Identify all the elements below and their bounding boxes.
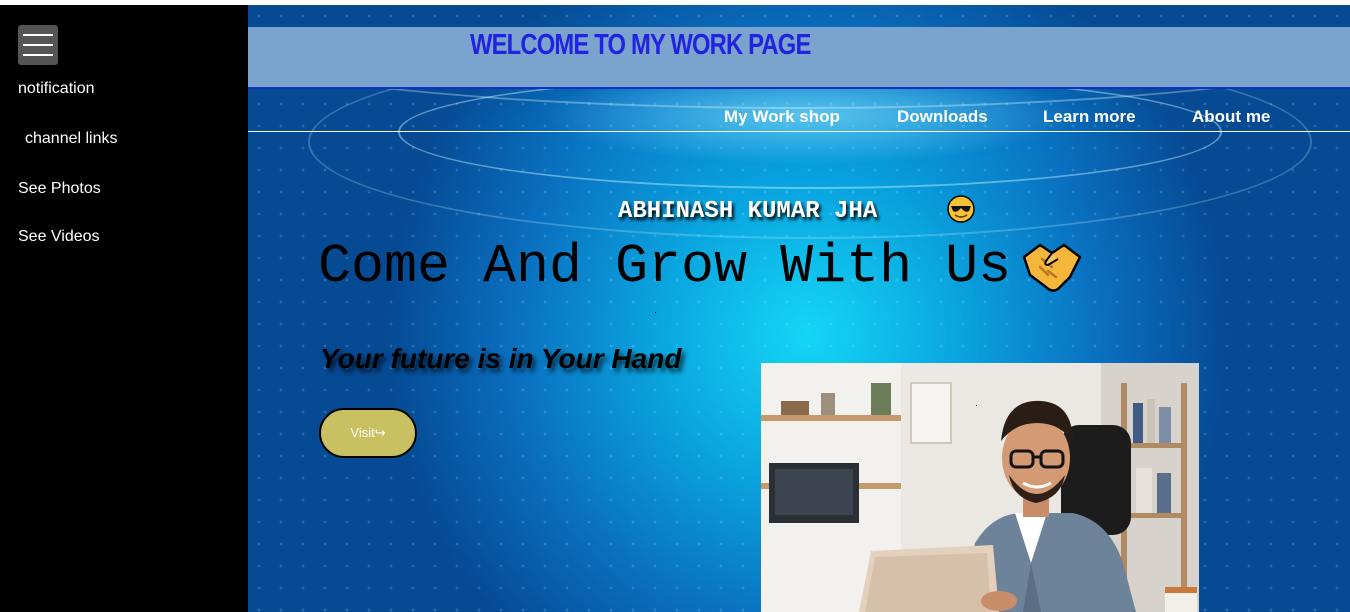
stray-dot: [976, 405, 977, 406]
sidebar-item-channel-links[interactable]: channel links: [25, 130, 118, 148]
nav-learn-more[interactable]: Learn more: [1043, 107, 1136, 127]
nav-about-me[interactable]: About me: [1192, 107, 1270, 127]
hamburger-menu-icon[interactable]: [18, 25, 58, 65]
page-title: WELCOME TO MY WORK PAGE: [470, 29, 811, 61]
sidebar-item-see-videos[interactable]: See Videos: [18, 228, 100, 246]
nav-downloads[interactable]: Downloads: [897, 107, 988, 127]
visit-button[interactable]: Visit↪: [319, 408, 417, 458]
nav-my-work-shop[interactable]: My Work shop: [724, 107, 840, 127]
stray-dot: [655, 312, 656, 313]
main-content: WELCOME TO MY WORK PAGE My Work shop Dow…: [248, 5, 1350, 612]
man-smiling-with-laptop-photo: [761, 363, 1199, 612]
tagline: Your future is in Your Hand: [320, 343, 682, 374]
nav-divider: [248, 131, 1350, 132]
header-bar: WELCOME TO MY WORK PAGE: [248, 27, 1350, 89]
sunglasses-face-emoji: [947, 195, 975, 223]
sidebar: notification channel links See Photos Se…: [0, 5, 248, 612]
handshake-emoji: [1022, 243, 1082, 292]
sidebar-item-notification[interactable]: notification: [18, 80, 95, 98]
headline: Come And Grow With Us: [318, 235, 1012, 298]
author-name: ABHINASH KUMAR JHA: [618, 198, 878, 225]
sidebar-item-see-photos[interactable]: See Photos: [18, 180, 101, 198]
